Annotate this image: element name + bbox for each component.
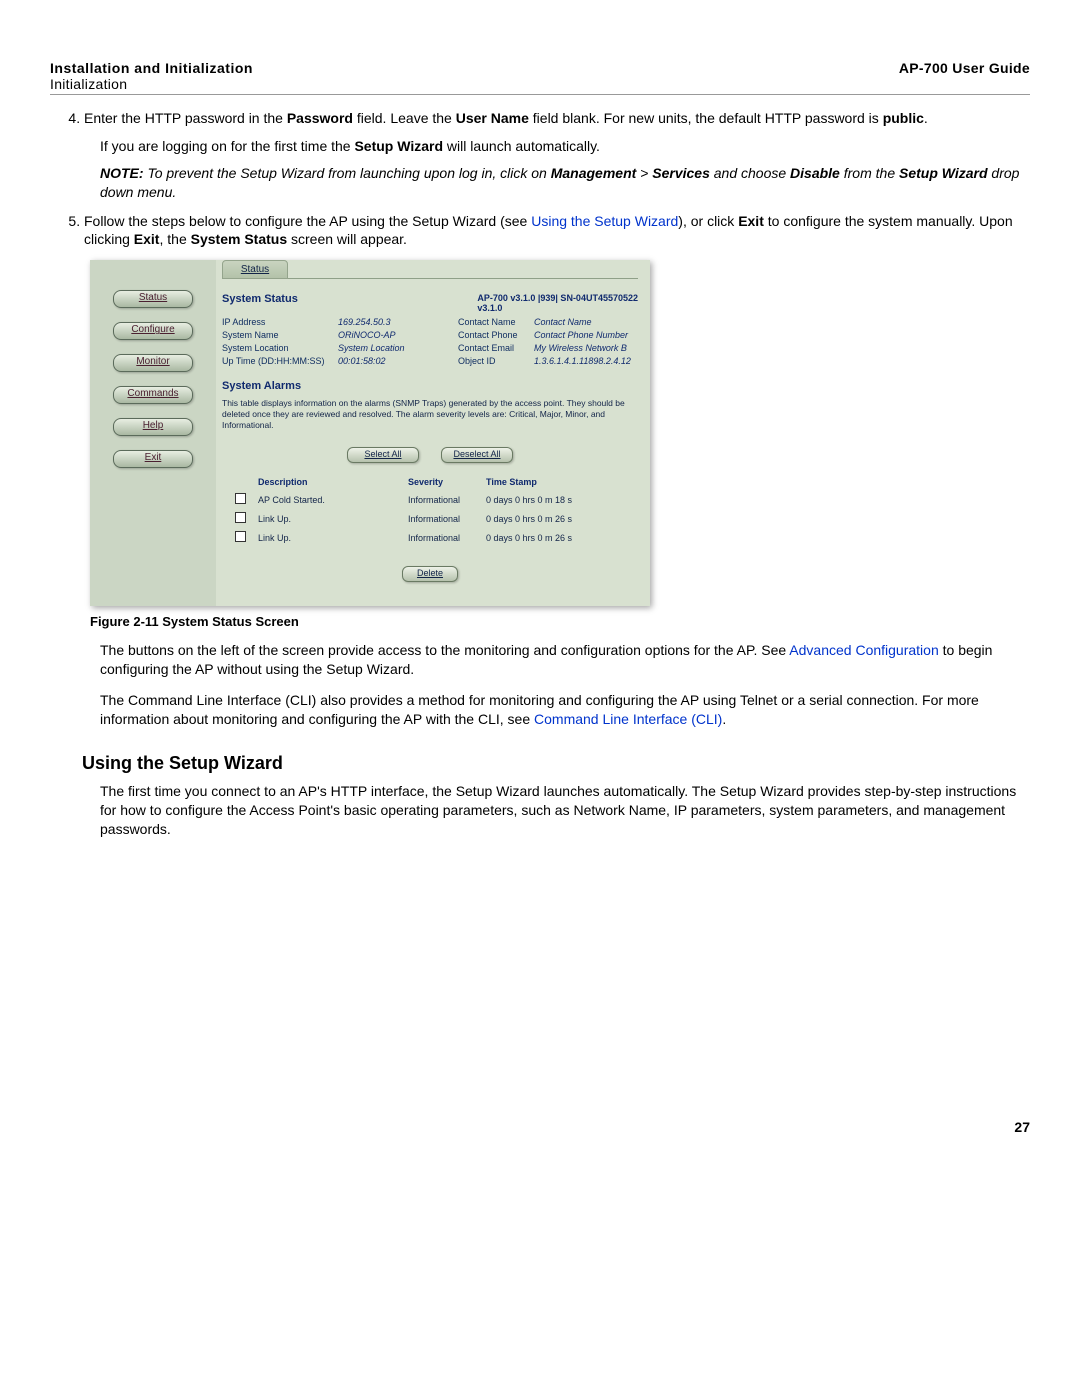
cell-ts: 0 days 0 hrs 0 m 26 s <box>486 514 638 524</box>
note-block: NOTE: To prevent the Setup Wizard from l… <box>100 164 1030 202</box>
section-using-setup-wizard: Using the Setup Wizard <box>82 753 1030 774</box>
label-contactphone: Contact Phone <box>458 330 530 340</box>
nav-commands-button[interactable]: Commands <box>113 386 193 404</box>
chapter-subsection: Initialization <box>50 76 253 92</box>
value-uptime: 00:01:58:02 <box>338 356 424 366</box>
label-contactemail: Contact Email <box>458 343 530 353</box>
nav-monitor-button[interactable]: Monitor <box>113 354 193 372</box>
nav-help-button[interactable]: Help <box>113 418 193 436</box>
nav-configure-button[interactable]: Configure <box>113 322 193 340</box>
cell-sev: Informational <box>408 495 486 505</box>
nav-status-button[interactable]: Status <box>113 290 193 308</box>
step-4-sub: If you are logging on for the first time… <box>100 137 1030 156</box>
value-contactemail: My Wireless Network B <box>534 343 638 353</box>
link-advanced-configuration[interactable]: Advanced Configuration <box>789 642 938 658</box>
link-using-setup-wizard[interactable]: Using the Setup Wizard <box>531 213 678 229</box>
label-sysloc: System Location <box>222 343 334 353</box>
device-banner: AP-700 v3.1.0 |939| SN-04UT45570522 <box>477 293 638 303</box>
cell-sev: Informational <box>408 533 486 543</box>
col-severity: Severity <box>408 477 486 487</box>
value-contactname: Contact Name <box>534 317 638 327</box>
value-objectid: 1.3.6.1.4.1.11898.2.4.12 <box>534 356 638 366</box>
alarm-table-header: Description Severity Time Stamp <box>222 477 638 487</box>
chapter-title: Installation and Initialization <box>50 60 253 76</box>
section-paragraph: The first time you connect to an AP's HT… <box>100 782 1030 839</box>
label-sysname: System Name <box>222 330 334 340</box>
page-number: 27 <box>50 1119 1030 1135</box>
cell-desc: Link Up. <box>258 533 408 543</box>
table-row: Link Up. Informational 0 days 0 hrs 0 m … <box>222 531 638 544</box>
table-row: AP Cold Started. Informational 0 days 0 … <box>222 493 638 506</box>
table-row: Link Up. Informational 0 days 0 hrs 0 m … <box>222 512 638 525</box>
label-objectid: Object ID <box>458 356 530 366</box>
screenshot-system-status: Status Configure Monitor Commands Help E… <box>90 260 650 606</box>
select-all-button[interactable]: Select All <box>347 447 419 463</box>
step-4: Enter the HTTP password in the Password … <box>84 109 1030 127</box>
step-5: Follow the steps below to configure the … <box>84 212 1030 248</box>
guide-title: AP-700 User Guide <box>899 60 1030 92</box>
deselect-all-button[interactable]: Deselect All <box>441 447 513 463</box>
firmware-version: v3.1.0 <box>477 303 638 313</box>
label-contactname: Contact Name <box>458 317 530 327</box>
cell-ts: 0 days 0 hrs 0 m 26 s <box>486 533 638 543</box>
cell-desc: AP Cold Started. <box>258 495 408 505</box>
cell-sev: Informational <box>408 514 486 524</box>
label-ip: IP Address <box>222 317 334 327</box>
page-header: Installation and Initialization Initiali… <box>50 60 1030 95</box>
label-uptime: Up Time (DD:HH:MM:SS) <box>222 356 334 366</box>
nav-exit-button[interactable]: Exit <box>113 450 193 468</box>
link-cli[interactable]: Command Line Interface (CLI) <box>534 711 722 727</box>
col-description: Description <box>258 477 408 487</box>
row-checkbox[interactable] <box>235 493 246 504</box>
cell-desc: Link Up. <box>258 514 408 524</box>
system-status-heading: System Status <box>222 293 298 305</box>
paragraph-cli: The Command Line Interface (CLI) also pr… <box>100 691 1030 729</box>
col-timestamp: Time Stamp <box>486 477 638 487</box>
screenshot-nav: Status Configure Monitor Commands Help E… <box>90 260 216 606</box>
cell-ts: 0 days 0 hrs 0 m 18 s <box>486 495 638 505</box>
system-alarms-desc: This table displays information on the a… <box>222 398 638 431</box>
value-contactphone: Contact Phone Number <box>534 330 638 340</box>
system-alarms-heading: System Alarms <box>222 380 638 392</box>
figure-caption: Figure 2-11 System Status Screen <box>90 614 1030 629</box>
value-sysloc: System Location <box>338 343 424 353</box>
tab-status[interactable]: Status <box>222 260 288 279</box>
status-grid: IP Address System Name System Location U… <box>222 317 638 366</box>
value-sysname: ORiNOCO-AP <box>338 330 424 340</box>
value-ip: 169.254.50.3 <box>338 317 424 327</box>
row-checkbox[interactable] <box>235 531 246 542</box>
paragraph-buttons-left: The buttons on the left of the screen pr… <box>100 641 1030 679</box>
row-checkbox[interactable] <box>235 512 246 523</box>
delete-button[interactable]: Delete <box>402 566 458 582</box>
